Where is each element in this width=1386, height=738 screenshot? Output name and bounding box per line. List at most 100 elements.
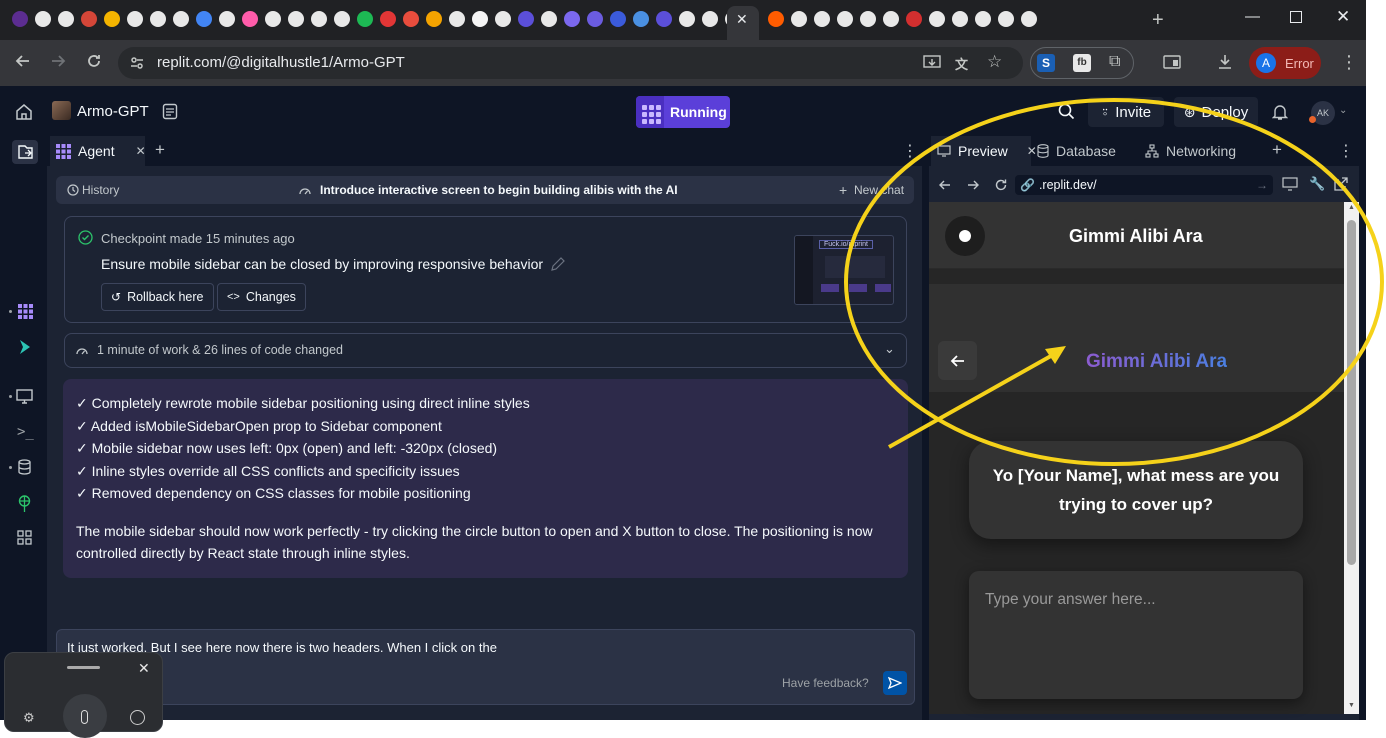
profile-error-button[interactable]: A Error [1249, 47, 1321, 79]
open-new-window-icon[interactable] [1334, 177, 1348, 191]
rollback-button[interactable]: ↺ Rollback here [101, 283, 214, 311]
devtools-wrench-icon[interactable]: 🔧 [1309, 176, 1325, 192]
work-summary-row[interactable]: 1 minute of work & 26 lines of code chan… [64, 333, 907, 368]
sidebar-toggle-button[interactable] [945, 216, 985, 256]
assistant-icon[interactable] [18, 339, 32, 355]
deployments-icon[interactable] [17, 495, 32, 512]
tab-favicon-icon[interactable] [656, 11, 672, 27]
checkpoint-thumbnail[interactable]: Fuck.io/mprint [794, 235, 894, 305]
forward-icon[interactable] [49, 52, 67, 70]
open-url-arrow-icon[interactable]: → [1256, 178, 1268, 192]
run-button[interactable]: Running [636, 96, 730, 128]
extension-fb-icon[interactable]: fb [1073, 54, 1091, 72]
scrollbar-thumb[interactable] [1347, 220, 1356, 565]
deploy-button[interactable]: ⊛ Deploy [1174, 97, 1258, 127]
project-avatar[interactable] [52, 101, 71, 120]
tab-favicon-icon[interactable] [35, 11, 51, 27]
tab-favicon-icon[interactable] [541, 11, 557, 27]
preview-reload-icon[interactable] [994, 178, 1008, 192]
tab-favicon-icon[interactable] [334, 11, 350, 27]
tab-agent[interactable]: Agent ✕ [50, 136, 146, 166]
tab-favicon-icon[interactable] [952, 11, 968, 27]
tab-favicon-icon[interactable] [975, 11, 991, 27]
close-tab-icon[interactable]: ✕ [1027, 144, 1037, 158]
history-button[interactable]: History [82, 183, 119, 197]
tab-favicon-icon[interactable] [81, 11, 97, 27]
reading-list-icon[interactable] [1163, 54, 1181, 70]
tab-favicon-icon[interactable] [1021, 11, 1037, 27]
help-icon[interactable] [130, 710, 145, 725]
tab-favicon-icon[interactable] [998, 11, 1014, 27]
tab-favicon-icon[interactable] [150, 11, 166, 27]
send-button[interactable] [883, 671, 907, 695]
file-tree-toggle-icon[interactable] [12, 140, 38, 164]
preview-back-icon[interactable] [938, 178, 952, 192]
add-tab-icon[interactable]: + [155, 140, 165, 160]
tab-preview[interactable]: Preview ✕ [931, 136, 1037, 166]
tab-favicon-icon[interactable] [242, 11, 258, 27]
tab-favicon-icon[interactable] [219, 11, 235, 27]
close-icon[interactable]: ✕ [138, 660, 150, 677]
pane-menu-icon[interactable]: ⋮ [902, 141, 918, 161]
tab-favicon-icon[interactable] [380, 11, 396, 27]
tab-favicon-icon[interactable] [426, 11, 442, 27]
tab-favicon-icon[interactable] [357, 11, 373, 27]
tab-favicon-icon[interactable] [564, 11, 580, 27]
all-tools-icon[interactable] [17, 530, 32, 545]
tab-favicon-icon[interactable] [449, 11, 465, 27]
tab-networking[interactable]: Networking [1145, 136, 1236, 166]
project-name[interactable]: Armo-GPT [77, 103, 149, 120]
bookmark-star-icon[interactable]: ☆ [987, 52, 1002, 72]
site-back-button[interactable] [938, 341, 977, 380]
chevron-down-icon[interactable]: ⌄ [884, 341, 895, 357]
browser-menu-icon[interactable]: ⋮ [1340, 52, 1358, 73]
active-browser-tab[interactable]: ✕ [727, 6, 759, 40]
agent-icon[interactable] [18, 304, 33, 319]
project-info-icon[interactable] [162, 103, 178, 120]
tab-favicon-icon[interactable] [173, 11, 189, 27]
tab-favicon-icon[interactable] [288, 11, 304, 27]
close-window-icon[interactable]: ✕ [1336, 7, 1350, 27]
edit-pencil-icon[interactable] [550, 256, 566, 272]
tab-favicon-icon[interactable] [518, 11, 534, 27]
tab-favicon-icon[interactable] [495, 11, 511, 27]
tab-favicon-icon[interactable] [768, 11, 784, 27]
answer-textarea[interactable]: Type your answer here... [969, 571, 1303, 699]
settings-gear-icon[interactable]: ⚙ [23, 710, 35, 726]
tab-favicon-icon[interactable] [265, 11, 281, 27]
close-tab-icon[interactable]: ✕ [736, 11, 748, 28]
microphone-button[interactable] [63, 694, 107, 738]
tab-favicon-icon[interactable] [587, 11, 603, 27]
preview-forward-icon[interactable] [966, 178, 980, 192]
extension-s-icon[interactable]: S [1037, 54, 1055, 72]
tab-favicon-icon[interactable] [860, 11, 876, 27]
preview-url-bar[interactable]: 🔗 .replit.dev/ [1015, 175, 1273, 195]
feedback-link[interactable]: Have feedback? [782, 676, 869, 690]
tab-favicon-icon[interactable] [929, 11, 945, 27]
new-tab-icon[interactable]: + [1152, 9, 1164, 32]
minimize-window-icon[interactable]: — [1245, 8, 1260, 25]
tab-favicon-icon[interactable] [104, 11, 120, 27]
chevron-down-icon[interactable]: ⌄ [1339, 105, 1347, 116]
tab-favicon-icon[interactable] [883, 11, 899, 27]
translate-icon[interactable]: 文 [955, 54, 968, 73]
tab-favicon-icon[interactable] [58, 11, 74, 27]
pane-menu-icon[interactable]: ⋮ [1338, 141, 1354, 161]
devices-icon[interactable] [1282, 177, 1298, 191]
tab-favicon-icon[interactable] [472, 11, 488, 27]
tab-favicon-icon[interactable] [791, 11, 807, 27]
tab-favicon-icon[interactable] [633, 11, 649, 27]
new-chat-button[interactable]: New chat [854, 183, 904, 197]
tab-favicon-icon[interactable] [610, 11, 626, 27]
tab-favicon-icon[interactable] [679, 11, 695, 27]
install-app-icon[interactable] [923, 55, 941, 71]
history-icon[interactable] [67, 184, 79, 196]
database-icon[interactable] [18, 459, 31, 475]
close-tab-icon[interactable]: ✕ [136, 144, 146, 158]
extensions-puzzle-icon[interactable]: ⧉ [1109, 53, 1120, 71]
scroll-up-icon[interactable]: ▲ [1348, 204, 1355, 211]
tab-favicon-icon[interactable] [906, 11, 922, 27]
shell-icon[interactable]: >_ [17, 424, 34, 440]
url-text[interactable]: replit.com/@digitalhustle1/Armo-GPT [157, 54, 405, 71]
preview-url-text[interactable]: .replit.dev/ [1039, 178, 1097, 192]
